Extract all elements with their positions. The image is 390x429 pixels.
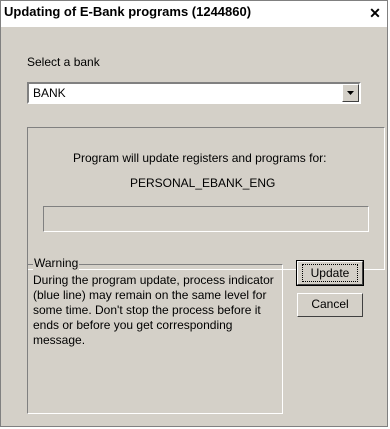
bank-combobox-value: BANK xyxy=(33,86,66,100)
cancel-button-label: Cancel xyxy=(311,297,349,311)
info-panel xyxy=(27,127,385,270)
title-bar[interactable]: Updating of E-Bank programs (1244860) ✕ xyxy=(1,1,387,27)
chevron-down-icon xyxy=(347,91,354,95)
cancel-button[interactable]: Cancel xyxy=(297,293,363,317)
progress-bar xyxy=(43,206,369,232)
close-icon[interactable]: ✕ xyxy=(367,5,383,21)
target-name: PERSONAL_EBANK_ENG xyxy=(130,176,276,190)
update-button-label: Update xyxy=(301,264,359,282)
warning-text: During the program update, process indic… xyxy=(33,273,274,347)
update-dialog: Updating of E-Bank programs (1244860) ✕ … xyxy=(0,0,388,427)
dropdown-button[interactable] xyxy=(342,84,359,102)
update-message: Program will update registers and progra… xyxy=(73,151,327,165)
bank-combobox[interactable]: BANK xyxy=(27,82,361,104)
select-bank-label: Select a bank xyxy=(27,55,100,69)
update-button[interactable]: Update xyxy=(296,260,364,286)
window-title: Updating of E-Bank programs (1244860) xyxy=(4,4,252,19)
warning-title: Warning xyxy=(33,256,80,270)
